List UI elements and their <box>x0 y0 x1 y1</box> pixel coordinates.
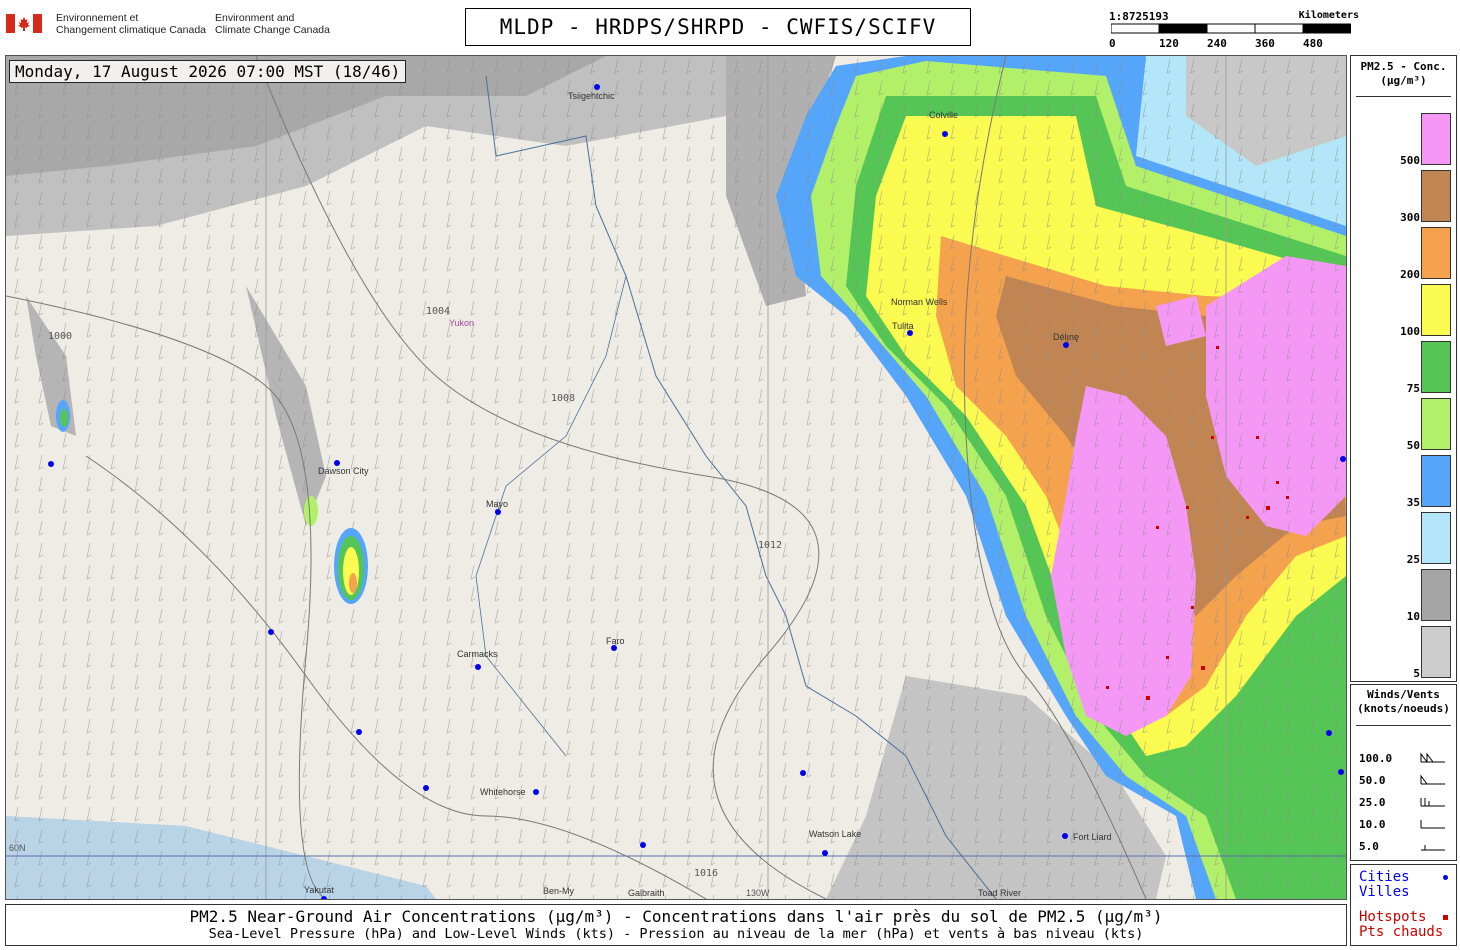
legend-label-25: 25 <box>1406 553 1420 566</box>
scale-tick-480: 480 <box>1303 37 1323 50</box>
city-label-dawson-city: Dawson City <box>318 466 369 476</box>
city-label-yakutat: Yakutat <box>304 885 334 895</box>
city-label-norman-wells: Norman Wells <box>891 297 948 307</box>
scale-tick-120: 120 <box>1159 37 1179 50</box>
legend-swatch-75 <box>1421 341 1451 393</box>
legend-swatch-500 <box>1421 113 1451 165</box>
legend-label-300: 300 <box>1400 211 1420 224</box>
scale-ratio: 1:8725193 <box>1109 10 1169 23</box>
isobar-label-1016: 1016 <box>694 868 718 879</box>
city-label-tulita: Tulita <box>892 321 914 331</box>
caption-line-1: PM2.5 Near-Ground Air Concentrations (µg… <box>189 907 1163 926</box>
hotspots-label-fr: Pts chauds <box>1359 924 1444 940</box>
wind-row-5: 5.0 <box>1359 840 1379 853</box>
legend-swatch-200 <box>1421 227 1451 279</box>
eccc-logo: Environnement et Changement climatique Ca… <box>6 12 346 42</box>
city-label-faro: Faro <box>606 636 625 646</box>
map-canvas: 1000 1004 1008 1012 1016 <box>6 56 1346 899</box>
city-label-mayo: Mayo <box>486 499 509 509</box>
canada-flag-icon <box>6 14 42 33</box>
wind-barb-icons <box>1420 752 1445 851</box>
city-label-colville: Colville <box>929 110 959 120</box>
org-name-en: Environment and Climate Change Canada <box>215 12 330 36</box>
graticule-label-130w: 130W <box>746 888 770 898</box>
markers-legend: Cities Villes Hotspots Pts chauds <box>1350 864 1457 946</box>
city-label-tsiigehtchic: Tsiigehtchic <box>568 91 615 101</box>
legend-swatch-5 <box>1421 626 1451 678</box>
legend-label-75: 75 <box>1406 382 1420 395</box>
legend-swatch-10 <box>1421 569 1451 621</box>
legend-swatch-25 <box>1421 512 1451 564</box>
scale-tick-0: 0 <box>1109 37 1116 50</box>
city-dot-icon <box>1443 875 1448 880</box>
city-label-galbraith: Galbraith <box>628 888 665 898</box>
forecast-map[interactable]: 1000 1004 1008 1012 1016 Monday, 17 Augu… <box>5 55 1347 900</box>
hotspot-square-icon <box>1443 915 1448 920</box>
legend-title: PM2.5 - Conc. (µg/m³) <box>1360 60 1447 87</box>
city-label-ben-my: Ben-My <box>543 886 575 896</box>
wind-row-50: 50.0 <box>1359 774 1386 787</box>
scale-bar: 1:8725193 Kilometers 0 120 240 360 480 <box>1109 10 1359 52</box>
hotspots-label-en: Hotspots <box>1359 909 1427 925</box>
graticule-label-60n: 60N <box>9 843 26 853</box>
winds-legend-title: Winds/Vents (knots/noeuds) <box>1357 688 1450 715</box>
isobar-label-1008: 1008 <box>551 393 575 404</box>
isobar-label-1000: 1000 <box>48 331 72 342</box>
legend-label-200: 200 <box>1400 268 1420 281</box>
legend-label-10: 10 <box>1406 610 1420 623</box>
legend-label-35: 35 <box>1406 496 1420 509</box>
city-label-carmacks: Carmacks <box>457 649 498 659</box>
legend-label-5: 5 <box>1413 667 1420 680</box>
scale-tick-360: 360 <box>1255 37 1275 50</box>
winds-legend: Winds/Vents (knots/noeuds) 100.0 50.0 25.… <box>1350 684 1457 861</box>
legend-swatch-35 <box>1421 455 1451 507</box>
legend-label-50: 50 <box>1406 439 1420 452</box>
region-label-yukon: Yukon <box>449 318 475 328</box>
map-caption: PM2.5 Near-Ground Air Concentrations (µg… <box>5 904 1347 946</box>
caption-line-2: Sea-Level Pressure (hPa) and Low-Level W… <box>208 926 1144 942</box>
legend-label-100: 100 <box>1400 325 1420 338</box>
wind-row-10: 10.0 <box>1359 818 1386 831</box>
org-name-fr: Environnement et Changement climatique Ca… <box>56 12 207 36</box>
legend-swatch-100 <box>1421 284 1451 336</box>
cities-label-fr: Villes <box>1359 884 1410 900</box>
scale-tick-240: 240 <box>1207 37 1227 50</box>
scale-unit: Kilometers <box>1298 10 1359 21</box>
legend-swatch-50 <box>1421 398 1451 450</box>
isobar-label-1004: 1004 <box>426 306 450 317</box>
forecast-datetime: Monday, 17 August 2026 07:00 MST (18/46) <box>9 60 407 83</box>
legend-swatch-300 <box>1421 170 1451 222</box>
isobar-label-1012: 1012 <box>758 540 782 551</box>
city-label-watson-lake: Watson Lake <box>809 829 862 839</box>
city-label-whitehorse: Whitehorse <box>480 787 526 797</box>
city-label-toad-river: Toad River <box>978 888 1022 898</box>
legend-label-500: 500 <box>1400 154 1420 167</box>
city-label-deline: Délı̨nę <box>1053 332 1080 342</box>
wind-row-100: 100.0 <box>1359 752 1393 765</box>
wind-row-25: 25.0 <box>1359 796 1386 809</box>
cities-label-en: Cities <box>1359 869 1410 885</box>
pm25-legend: PM2.5 - Conc. (µg/m³) 500 300 200 100 75 … <box>1350 55 1457 682</box>
city-label-fort-liard: Fort Liard <box>1073 832 1112 842</box>
product-title: MLDP - HRDPS/SHRPD - CWFIS/SCIFV <box>465 8 971 46</box>
